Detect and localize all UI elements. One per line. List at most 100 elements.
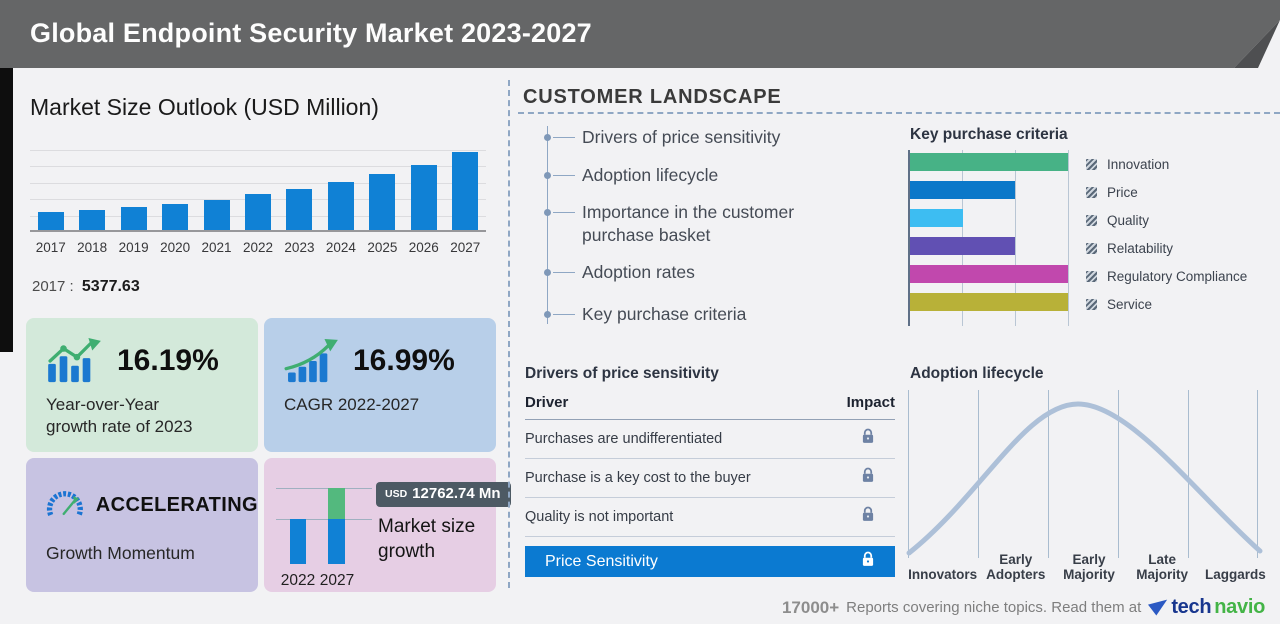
bell-curve [906, 401, 1263, 556]
landscape-list-item: Drivers of price sensitivity [544, 126, 825, 149]
year-label: 2019 [118, 240, 149, 255]
page-curl-decoration [1234, 20, 1280, 68]
legend-item: Innovation [1086, 150, 1247, 178]
legend-label: Quality [1107, 212, 1150, 228]
usd-growth-badge: USD 12762.74 Mn [376, 482, 511, 507]
market-size-2017-note: 2017 : 5377.63 [32, 278, 140, 296]
technavio-logo: tech navio [1148, 596, 1268, 619]
cagr-card: 16.99% CAGR 2022-2027 [264, 318, 496, 452]
yoy-label: Year-over-Year growth rate of 2023 [46, 394, 258, 438]
legend-item: Relatability [1086, 234, 1247, 262]
legend-label: Innovation [1107, 156, 1170, 172]
growth-arrow-icon [284, 338, 338, 383]
chart-column [362, 174, 403, 230]
footer: 17000+ Reports covering niche topics. Re… [782, 596, 1268, 619]
market-size-chart [30, 150, 486, 232]
market-size-bar [452, 152, 479, 230]
year-label: 2027 [450, 240, 481, 255]
lock-icon [862, 551, 873, 566]
criteria-bar [910, 237, 1015, 255]
year-label: 2018 [77, 240, 108, 255]
note-value: 5377.63 [81, 278, 140, 295]
legend-swatch-icon [1086, 186, 1097, 198]
section-divider [508, 80, 510, 588]
price-sensitivity-title: Drivers of price sensitivity [525, 365, 719, 382]
bar-2027-base [328, 519, 345, 564]
chart-column [320, 182, 361, 230]
year-label: 2022 [242, 240, 274, 255]
legend-swatch-icon [1086, 214, 1097, 226]
badge-value: 12762.74 Mn [412, 485, 501, 502]
year-label: 2021 [201, 240, 232, 255]
chart-column [196, 200, 237, 230]
legend-label: Regulatory Compliance [1107, 268, 1248, 284]
legend-swatch-icon [1086, 298, 1097, 310]
year-label: 2024 [325, 240, 356, 255]
bar-2027-growth [328, 488, 345, 519]
price-sensitivity-table: Driver Impact Purchases are undifferenti… [525, 394, 895, 577]
landscape-list-item: Key purchase criteria [544, 303, 825, 326]
driver-row: Purchases are undifferentiated [525, 420, 895, 459]
legend-swatch-icon [1086, 242, 1097, 254]
landscape-list-item: Importance in the customer purchase bask… [544, 201, 825, 247]
cagr-card-row: 16.99% [284, 338, 496, 384]
brand-navio: navio [1214, 596, 1265, 618]
legend-item: Price [1086, 178, 1247, 206]
criteria-bar [910, 181, 1015, 199]
chart-column [113, 207, 154, 230]
note-separator: : [69, 278, 78, 295]
criteria-bar [910, 293, 1068, 311]
chart-column [71, 210, 112, 230]
yoy-label-line1: Year-over-Year [46, 395, 160, 414]
yoy-growth-card: 16.19% Year-over-Year growth rate of 202… [26, 318, 258, 452]
market-size-bar [327, 182, 354, 230]
market-size-growth-card: 2022 2027 USD 12762.74 Mn Market size gro… [264, 458, 511, 592]
criteria-bar [910, 209, 963, 227]
technavio-arrow-icon [1148, 599, 1168, 615]
page-title: Global Endpoint Security Market 2023-202… [30, 18, 592, 48]
table-rows: Purchases are undifferentiated Purchase i… [525, 420, 895, 537]
highlight-label: Price Sensitivity [545, 552, 658, 570]
chart-column [237, 194, 278, 230]
note-year: 2017 [32, 278, 66, 295]
stage-label: Late Majority [1136, 552, 1189, 582]
lock-icon [862, 467, 873, 482]
chart-column [445, 152, 486, 230]
market-size-bar [37, 212, 64, 230]
market-size-bar [369, 174, 396, 230]
left-edge-strip [0, 68, 13, 352]
legend-item: Regulatory Compliance [1086, 262, 1247, 290]
driver-row: Purchase is a key cost to the buyer [525, 459, 895, 498]
year-label: 2023 [284, 240, 315, 255]
price-sensitivity-highlight-row: Price Sensitivity [525, 546, 895, 577]
market-size-bar [120, 207, 147, 230]
stage-label: Early Adopters [986, 552, 1046, 582]
gridline [1068, 150, 1069, 326]
gridline [276, 488, 372, 489]
customer-landscape-title: CUSTOMER LANDSCAPE [523, 86, 782, 108]
adoption-lifecycle-title: Adoption lifecycle [910, 365, 1044, 382]
year-label: 2020 [160, 240, 191, 255]
driver-label: Purchases are undifferentiated [525, 431, 723, 447]
chart-column [154, 204, 195, 230]
driver-label: Quality is not important [525, 509, 674, 525]
infographic-page: Global Endpoint Security Market 2023-202… [0, 0, 1280, 624]
year-label: 2017 [35, 240, 66, 255]
legend-item: Quality [1086, 206, 1247, 234]
bar-2022 [290, 519, 306, 564]
customer-landscape-underline [518, 112, 1280, 114]
year-label: 2025 [367, 240, 398, 255]
adoption-lifecycle-chart [906, 388, 1272, 560]
legend-label: Service [1107, 296, 1153, 312]
lock-icon [862, 428, 873, 443]
report-count: 17000+ [781, 597, 840, 617]
chart-column [30, 212, 71, 230]
year-label: 2026 [408, 240, 439, 255]
market-size-title: Market Size Outlook (USD Million) [30, 94, 379, 120]
market-size-bar [162, 204, 189, 230]
market-size-year-axis: 2017 2018 2019 2020 2021 2022 2023 2024 2025 2026… [30, 240, 486, 255]
growth-card-label: Market size growth [378, 514, 475, 564]
yoy-label-line2: growth rate of 2023 [46, 417, 193, 436]
landscape-list-item: Adoption lifecycle [544, 164, 825, 187]
table-header: Driver Impact [525, 394, 895, 420]
